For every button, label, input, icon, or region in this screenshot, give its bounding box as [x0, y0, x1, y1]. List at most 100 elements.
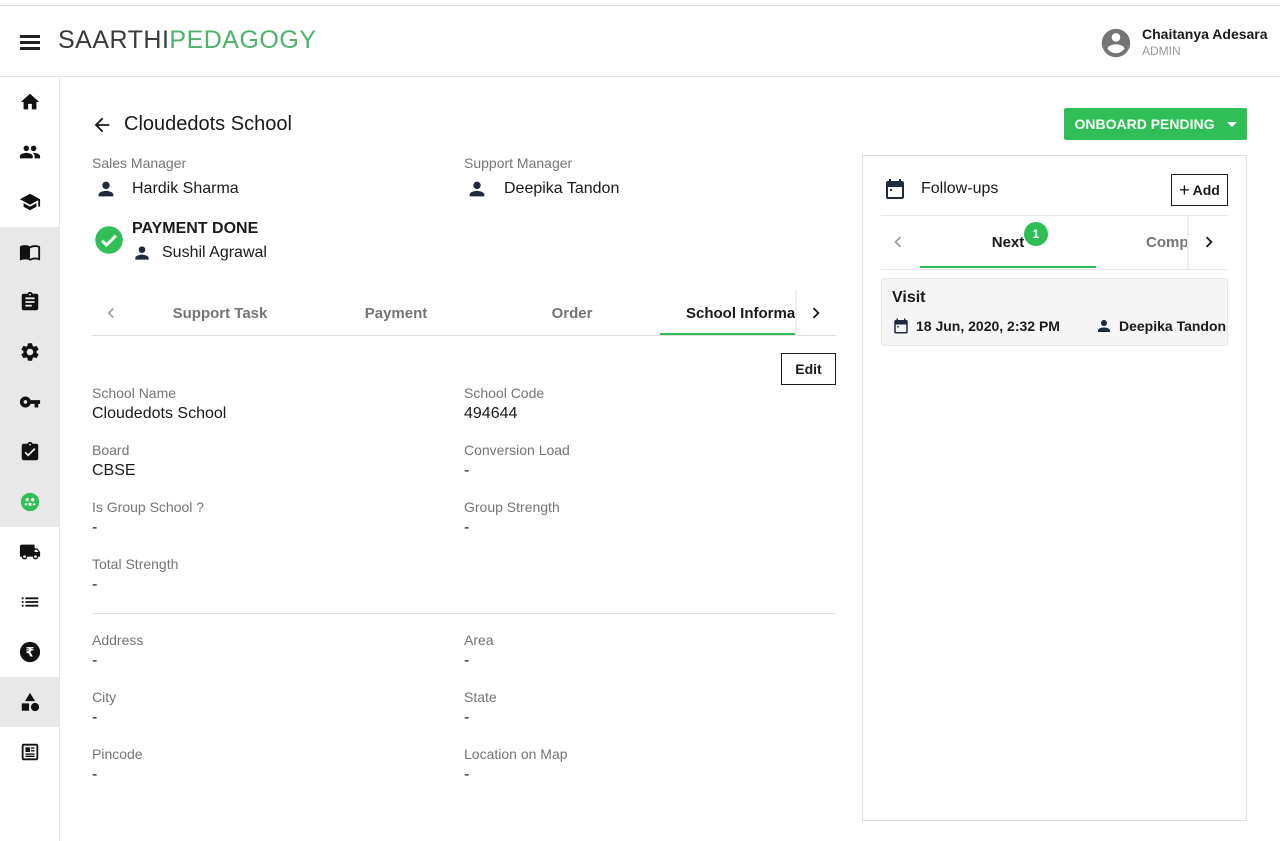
group-strength-label: Group Strength [464, 499, 560, 515]
board-label: Board [92, 442, 130, 458]
area-value: - [464, 652, 470, 669]
sidebar-item-keys[interactable] [0, 377, 59, 427]
followups-tabs: Next 1 Comp [881, 215, 1228, 270]
caret-down-icon [1226, 121, 1237, 127]
followups-active-tab-indicator [920, 266, 1096, 268]
followups-tabs-scroll-left[interactable] [883, 227, 913, 257]
arrow-back-icon[interactable] [91, 114, 113, 136]
calendar-icon [886, 179, 904, 199]
state-label: State [464, 689, 497, 705]
school-icon [19, 193, 40, 211]
chevron-left-icon [894, 236, 902, 248]
school-code-label: School Code [464, 385, 545, 401]
person-icon [1098, 320, 1110, 332]
onboard-status-button[interactable]: ONBOARD PENDING [1064, 108, 1247, 140]
svg-text:₹: ₹ [25, 646, 34, 661]
followup-date: 18 Jun, 2020, 2:32 PM [916, 318, 1060, 334]
address-value: - [92, 652, 98, 669]
app-header: SAARTHIPEDAGOGY Chaitanya Adesara ADMIN [0, 6, 1280, 77]
edit-button[interactable]: Edit [781, 353, 836, 385]
plus-icon: + [1179, 180, 1190, 200]
person-icon [469, 181, 485, 197]
book-icon [19, 245, 40, 261]
tab-followups-next[interactable]: Next [920, 216, 1096, 269]
board-value: CBSE [92, 462, 136, 479]
sidebar-item-schools[interactable] [0, 177, 59, 227]
shapes-icon [21, 692, 39, 712]
logo-text-primary: SAARTHI [58, 26, 170, 54]
sidebar-item-list[interactable] [0, 577, 59, 627]
newspaper-icon [21, 743, 38, 761]
key-icon [19, 396, 40, 408]
section-divider [92, 613, 836, 614]
sales-manager-name: Hardik Sharma [132, 180, 239, 197]
onboard-status-label: ONBOARD PENDING [1074, 116, 1215, 132]
school-code-value: 494644 [464, 405, 518, 422]
total-strength-value: - [92, 576, 98, 593]
conversion-load-value: - [464, 462, 470, 479]
chevron-left-icon [107, 308, 114, 318]
city-value: - [92, 709, 98, 726]
conversion-load-label: Conversion Load [464, 442, 570, 458]
followup-item[interactable]: Visit 18 Jun, 2020, 2:32 PM Deepika Tand… [881, 278, 1228, 346]
sidebar: ₹ [0, 77, 60, 841]
tab-next-label: Next [991, 234, 1025, 251]
sidebar-item-assignments[interactable] [0, 427, 59, 477]
add-followup-label: Add [1192, 182, 1220, 198]
chevron-right-icon [812, 307, 820, 319]
followups-title: Follow-ups [921, 180, 999, 197]
sidebar-item-categories[interactable] [0, 677, 59, 727]
person-icon [135, 246, 149, 260]
clipboard-icon [21, 291, 38, 311]
chevron-right-icon [1205, 236, 1213, 248]
active-tab-indicator [660, 333, 796, 335]
community-icon [20, 492, 39, 512]
tab-school-information[interactable]: School Informat [660, 290, 796, 336]
tab-support-task[interactable]: Support Task [132, 290, 308, 336]
sidebar-item-tasks[interactable] [0, 277, 59, 327]
followups-tab-divider [1187, 216, 1189, 269]
tab-payment[interactable]: Payment [308, 290, 484, 336]
location-on-map-value: - [464, 766, 470, 783]
state-value: - [464, 709, 470, 726]
sidebar-item-settings[interactable] [0, 327, 59, 377]
sidebar-item-home[interactable] [0, 77, 59, 127]
tabs-scroll-left[interactable] [96, 298, 126, 328]
area-label: Area [464, 632, 494, 648]
rupee-icon: ₹ [19, 641, 40, 663]
sidebar-item-community[interactable] [0, 477, 59, 527]
city-label: City [92, 689, 117, 705]
location-on-map-label: Location on Map [464, 746, 568, 762]
main-content: Cloudedots School ONBOARD PENDING Sales … [60, 77, 1280, 841]
support-manager-name: Deepika Tandon [504, 180, 620, 197]
app-logo[interactable]: SAARTHIPEDAGOGY [58, 26, 317, 55]
assignment-check-icon [21, 441, 38, 461]
account-circle-icon [1101, 28, 1131, 58]
home-icon [20, 93, 39, 110]
sales-manager-label: Sales Manager [92, 155, 187, 171]
followups-tabs-scroll-right[interactable] [1194, 227, 1224, 257]
followups-panel: Follow-ups + Add Next 1 Comp Visit 18 Ju… [862, 155, 1247, 821]
sidebar-item-reports[interactable] [0, 727, 59, 777]
support-manager-label: Support Manager [464, 155, 573, 171]
list-icon [21, 597, 38, 607]
tab-followups-completed[interactable]: Comp [1096, 216, 1187, 269]
payment-person: Sushil Agrawal [162, 244, 267, 261]
people-icon [19, 145, 40, 159]
tabs-scroll-right[interactable] [801, 298, 831, 328]
person-icon [98, 181, 114, 197]
total-strength-label: Total Strength [92, 556, 179, 572]
is-group-school-label: Is Group School ? [92, 499, 205, 515]
menu-icon[interactable] [18, 30, 42, 54]
sidebar-item-delivery[interactable] [0, 527, 59, 577]
followup-type: Visit [892, 289, 926, 306]
add-followup-button[interactable]: + Add [1171, 174, 1228, 206]
tab-order[interactable]: Order [484, 290, 660, 336]
sidebar-item-users[interactable] [0, 127, 59, 177]
tab-scroll-divider [795, 290, 797, 336]
pincode-value: - [92, 766, 98, 783]
sidebar-item-payments[interactable]: ₹ [0, 627, 59, 677]
sidebar-item-books[interactable] [0, 227, 59, 277]
followup-person: Deepika Tandon [1119, 318, 1227, 334]
detail-tabs: Support Task Payment Order School Inform… [92, 290, 836, 336]
